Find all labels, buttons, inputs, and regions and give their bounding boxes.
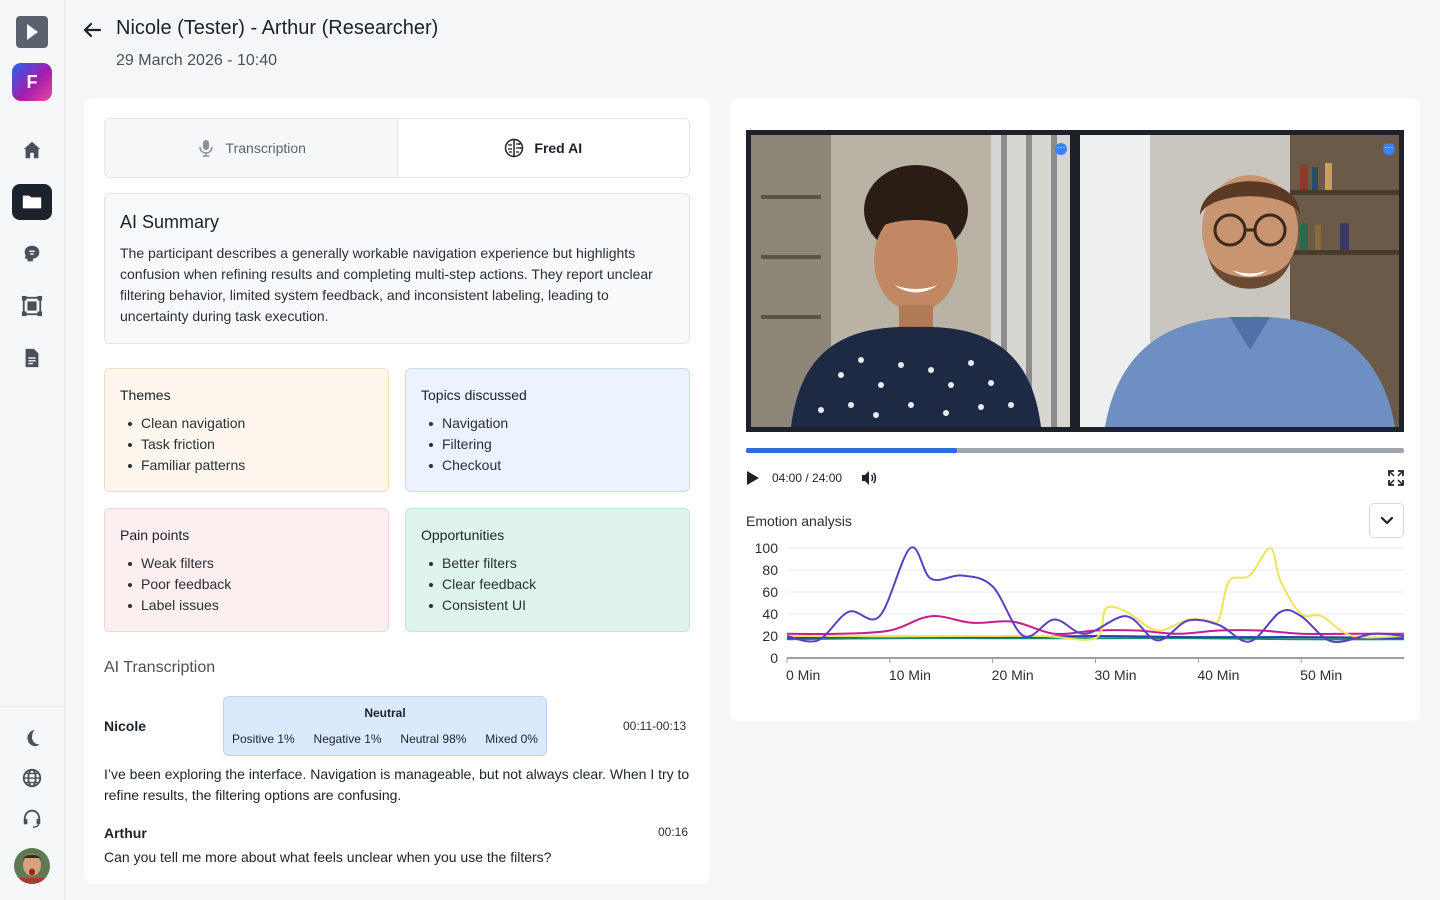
y-tick-label: 20 — [762, 628, 778, 644]
utterance-timestamp[interactable]: 00:16 — [658, 825, 688, 839]
sentiment-negative: Negative 1% — [313, 732, 382, 746]
opportunities-title: Opportunities — [421, 527, 505, 543]
topics-title: Topics discussed — [421, 387, 527, 403]
folder-icon[interactable] — [12, 184, 52, 220]
themes-card: Themes Clean navigation Task friction Fa… — [104, 368, 389, 492]
play-logo-icon[interactable] — [16, 16, 48, 48]
pain-points-card: Pain points Weak filters Poor feedback L… — [104, 508, 389, 632]
sentiment-badge: Neutral Positive 1% Negative 1% Neutral … — [223, 696, 547, 756]
workspace-logo[interactable]: F — [12, 63, 52, 101]
video-options-dot-icon[interactable]: ··· — [1055, 143, 1067, 155]
y-tick-label: 100 — [755, 540, 779, 556]
x-tick-label: 20 Min — [992, 667, 1034, 683]
list-item: Task friction — [120, 434, 373, 455]
workspace-logo-letter: F — [26, 71, 38, 92]
video-options-dot-icon[interactable]: ··· — [1383, 143, 1395, 155]
utterance-text: I’ve been exploring the interface. Navig… — [104, 766, 690, 803]
play-icon[interactable] — [746, 470, 760, 486]
globe-icon[interactable] — [12, 760, 52, 796]
opportunities-card: Opportunities Better filters Clear feedb… — [405, 508, 690, 632]
list-item: Checkout — [421, 455, 674, 476]
sidebar: F — [0, 0, 65, 900]
microphone-icon — [198, 140, 213, 157]
ai-summary-title: AI Summary — [120, 212, 220, 232]
list-item: Familiar patterns — [120, 455, 373, 476]
video-player[interactable]: ··· ··· — [746, 130, 1404, 432]
tab-transcription[interactable]: Transcription — [105, 119, 398, 177]
insights-panel: Transcription Fred AI AI Summary The par… — [84, 98, 710, 884]
ai-summary-box: AI Summary The participant describes a g… — [104, 193, 690, 344]
list-item: Weak filters — [120, 553, 373, 574]
volume-icon[interactable] — [861, 470, 877, 486]
speaker-name: Arthur — [104, 825, 147, 841]
emotion-chart: 0 20 40 60 80 100 0 Min 10 Min 20 Min 30 Min 40 Mi… — [755, 540, 1405, 683]
list-item: Filtering — [421, 434, 674, 455]
video-panel: ··· ··· 04:00 / 24:00 Emotion analysis 0… — [730, 98, 1420, 721]
tab-fred-ai-label: Fred AI — [534, 140, 583, 156]
video-time: 04:00 / 24:00 — [772, 471, 843, 485]
video-feed-tester: ··· — [751, 135, 1070, 427]
video-progress-fill — [746, 448, 957, 453]
utterance-text: Can you tell me more about what feels un… — [104, 849, 552, 865]
x-tick-label: 0 Min — [786, 667, 820, 683]
y-tick-label: 40 — [762, 606, 778, 622]
video-feed-researcher: ··· — [1080, 135, 1399, 427]
x-tick-label: 30 Min — [1095, 667, 1137, 683]
sentiment-mixed: Mixed 0% — [485, 732, 538, 746]
tab-bar: Transcription Fred AI — [104, 118, 690, 178]
x-tick-label: 50 Min — [1300, 667, 1342, 683]
list-item: Better filters — [421, 553, 674, 574]
home-icon[interactable] — [12, 132, 52, 168]
list-item: Clean navigation — [120, 413, 373, 434]
ai-summary-text: The participant describes a generally wo… — [120, 245, 653, 324]
list-item: Label issues — [120, 595, 373, 616]
tab-transcription-label: Transcription — [225, 140, 306, 156]
chevron-down-icon — [1380, 516, 1393, 524]
pain-points-title: Pain points — [120, 527, 190, 543]
list-item: Consistent UI — [421, 595, 674, 616]
list-item: Navigation — [421, 413, 674, 434]
sidebar-divider — [0, 706, 65, 707]
avatar[interactable] — [14, 848, 50, 884]
list-item: Clear feedback — [421, 574, 674, 595]
brain-icon[interactable] — [12, 236, 52, 272]
utterance-timestamp[interactable]: 00:11-00:13 — [623, 719, 686, 733]
x-tick-label: 10 Min — [889, 667, 931, 683]
y-tick-label: 0 — [770, 650, 778, 666]
speaker-name: Nicole — [104, 718, 147, 734]
page-title: Nicole (Tester) - Arthur (Researcher) — [116, 17, 439, 39]
sentiment-positive: Positive 1% — [232, 732, 295, 746]
emotion-analysis-title: Emotion analysis — [746, 513, 852, 529]
session-date: 29 March 2026 - 10:40 — [116, 52, 277, 69]
list-item: Poor feedback — [120, 574, 373, 595]
series-line — [786, 546, 1405, 644]
video-progress-bar[interactable] — [746, 448, 1404, 453]
board-icon[interactable] — [12, 288, 52, 324]
headset-icon[interactable] — [12, 800, 52, 836]
y-tick-label: 80 — [762, 562, 778, 578]
themes-title: Themes — [120, 387, 171, 403]
back-arrow-icon[interactable] — [82, 20, 102, 40]
ai-brain-icon — [505, 138, 524, 158]
sentiment-label: Neutral — [364, 706, 406, 720]
ai-transcription-title: AI Transcription — [104, 659, 216, 676]
y-tick-label: 60 — [762, 584, 778, 600]
document-icon[interactable] — [12, 340, 52, 376]
x-tick-label: 40 Min — [1197, 667, 1239, 683]
fullscreen-icon[interactable] — [1388, 470, 1404, 486]
topics-card: Topics discussed Navigation Filtering Ch… — [405, 368, 690, 492]
sentiment-neutral: Neutral 98% — [400, 732, 467, 746]
tab-fred-ai[interactable]: Fred AI — [397, 119, 689, 177]
moon-icon[interactable] — [12, 720, 52, 756]
emotion-dropdown-button[interactable] — [1369, 503, 1404, 538]
